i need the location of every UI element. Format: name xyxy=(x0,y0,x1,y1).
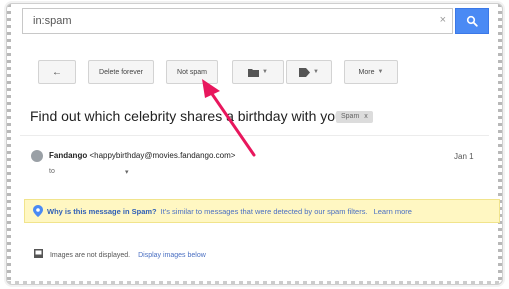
remove-label-icon[interactable]: x xyxy=(364,113,368,120)
subject-divider xyxy=(20,135,489,136)
move-to-caret-icon: ▼ xyxy=(262,69,268,75)
frame-edge-right xyxy=(498,4,502,284)
clear-search-icon[interactable]: × xyxy=(440,14,446,26)
spam-label-text: Spam xyxy=(341,113,360,120)
frame-edge-bottom xyxy=(7,281,502,284)
message-subject: Find out which celebrity shares a birthd… xyxy=(30,108,355,124)
sender-avatar[interactable] xyxy=(31,150,43,162)
screenshot-frame xyxy=(6,3,503,285)
folder-icon xyxy=(248,68,260,77)
search-button[interactable] xyxy=(455,8,489,34)
more-caret-icon: ▼ xyxy=(377,69,384,75)
search-input[interactable] xyxy=(31,14,415,28)
more-button[interactable]: More ▼ xyxy=(344,60,398,84)
spam-reason-explanation: It's similar to messages that were detec… xyxy=(160,206,368,216)
labels-caret-icon: ▼ xyxy=(313,69,319,75)
labels-button[interactable]: ▼ xyxy=(286,60,332,84)
more-label: More xyxy=(358,68,375,76)
sender-name: Fandango xyxy=(49,151,88,160)
images-not-displayed-text: Images are not displayed. xyxy=(49,252,131,259)
image-icon xyxy=(34,249,43,258)
frame-edge-left xyxy=(7,4,11,284)
search-icon xyxy=(466,15,478,27)
not-spam-button[interactable]: Not spam xyxy=(166,60,218,84)
recipient-label: to xyxy=(49,168,55,175)
display-images-link[interactable]: Display images below xyxy=(138,252,206,259)
delete-forever-button[interactable]: Delete forever xyxy=(88,60,154,84)
not-spam-label: Not spam xyxy=(177,68,207,76)
back-arrow-icon: ← xyxy=(52,66,62,78)
spam-reason-question: Why is this message in Spam? xyxy=(47,206,157,216)
sender-email: <happybirthday@movies.fandango.com> xyxy=(89,151,236,160)
message-date: Jan 1 xyxy=(454,152,474,161)
spam-label-chip[interactable]: Spam x xyxy=(336,111,373,123)
info-pin-icon xyxy=(33,205,43,217)
spam-warning-banner: Why is this message in Spam? It's simila… xyxy=(24,199,500,223)
search-box[interactable]: × xyxy=(22,8,453,34)
message-toolbar: ← Delete forever Not spam ▼ ▼ More ▼ xyxy=(0,60,509,84)
learn-more-link[interactable]: Learn more xyxy=(374,207,412,216)
recipient-details-icon[interactable]: ▾ xyxy=(125,168,129,176)
move-to-button[interactable]: ▼ xyxy=(232,60,284,84)
images-notice: Images are not displayed. Display images… xyxy=(34,249,206,259)
label-icon xyxy=(299,67,311,77)
back-button[interactable]: ← xyxy=(38,60,76,84)
sender-line[interactable]: Fandango <happybirthday@movies.fandango.… xyxy=(49,151,235,160)
delete-forever-label: Delete forever xyxy=(99,68,143,76)
